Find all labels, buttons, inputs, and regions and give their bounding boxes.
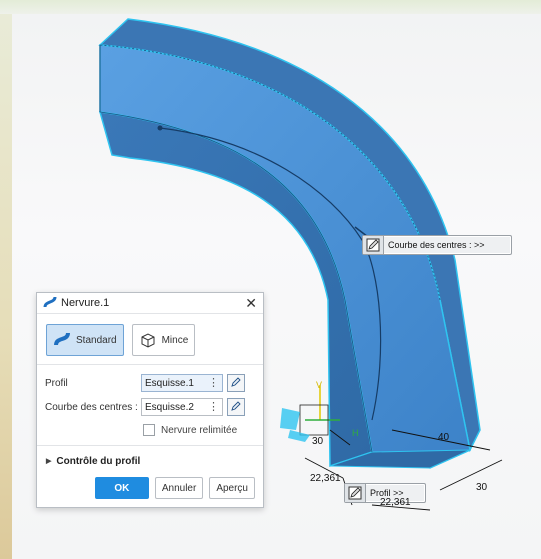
standard-mode-button[interactable]: Standard: [46, 324, 124, 356]
chevron-right-icon: ▶: [46, 458, 52, 465]
cancel-button[interactable]: Annuler: [154, 477, 204, 499]
rib-icon: [43, 295, 57, 312]
dimension-label[interactable]: 40: [438, 432, 449, 443]
center-curve-label: Courbe des centres :: [45, 401, 138, 413]
dialog-buttons: OK Annuler Aperçu: [94, 477, 255, 499]
profile-selector[interactable]: Esquisse.1 ⋮: [141, 374, 223, 392]
center-curve-callout-label: Courbe des centres : >>: [388, 240, 485, 250]
relimited-rib-option[interactable]: Nervure relimitée: [37, 421, 263, 439]
preview-button[interactable]: Aperçu: [209, 477, 255, 499]
pencil-icon: [345, 484, 366, 502]
axis-label-v: V: [316, 380, 323, 390]
rib-dialog: Nervure.1 ✕ Standard Mince Profil Esquis…: [36, 292, 264, 508]
pencil-icon: [363, 236, 384, 254]
thin-mode-label: Mince: [161, 334, 189, 346]
profile-control-label: Contrôle du profil: [56, 455, 141, 467]
profile-label: Profil: [45, 377, 68, 389]
relimited-rib-checkbox[interactable]: [143, 424, 155, 436]
profile-row: Profil Esquisse.1 ⋮: [37, 373, 263, 393]
close-icon[interactable]: ✕: [245, 295, 257, 312]
dialog-title-bar[interactable]: Nervure.1 ✕: [37, 293, 263, 314]
dialog-title: Nervure.1: [61, 297, 110, 309]
edit-center-curve-button[interactable]: [227, 398, 245, 416]
axis-label-h: H: [352, 428, 359, 438]
relimited-rib-label: Nervure relimitée: [161, 424, 238, 436]
thin-mode-button[interactable]: Mince: [131, 324, 196, 356]
ok-button[interactable]: OK: [94, 477, 149, 499]
thin-box-icon: [139, 330, 157, 351]
dimension-label[interactable]: 22,361: [310, 473, 341, 484]
mode-selector: Standard Mince: [37, 314, 263, 365]
more-icon[interactable]: ⋮: [208, 376, 219, 389]
dimension-label[interactable]: 22,361: [380, 497, 411, 508]
dimension-label[interactable]: 30: [312, 436, 323, 447]
center-curve-callout[interactable]: Courbe des centres : >>: [362, 235, 512, 255]
profile-control-section[interactable]: ▶ Contrôle du profil: [37, 445, 263, 468]
center-curve-selector[interactable]: Esquisse.2 ⋮: [141, 398, 223, 416]
rib-icon: [53, 330, 71, 351]
standard-mode-label: Standard: [76, 334, 117, 346]
curve-start-point[interactable]: [157, 125, 163, 131]
pencil-icon: [230, 376, 242, 391]
profile-value: Esquisse.1: [145, 377, 194, 389]
more-icon[interactable]: ⋮: [208, 400, 219, 413]
pencil-icon: [230, 400, 242, 415]
center-curve-value: Esquisse.2: [145, 401, 194, 413]
dimension-label[interactable]: 30: [476, 482, 487, 493]
center-curve-row: Courbe des centres : Esquisse.2 ⋮: [37, 397, 263, 417]
edit-profile-button[interactable]: [227, 374, 245, 392]
